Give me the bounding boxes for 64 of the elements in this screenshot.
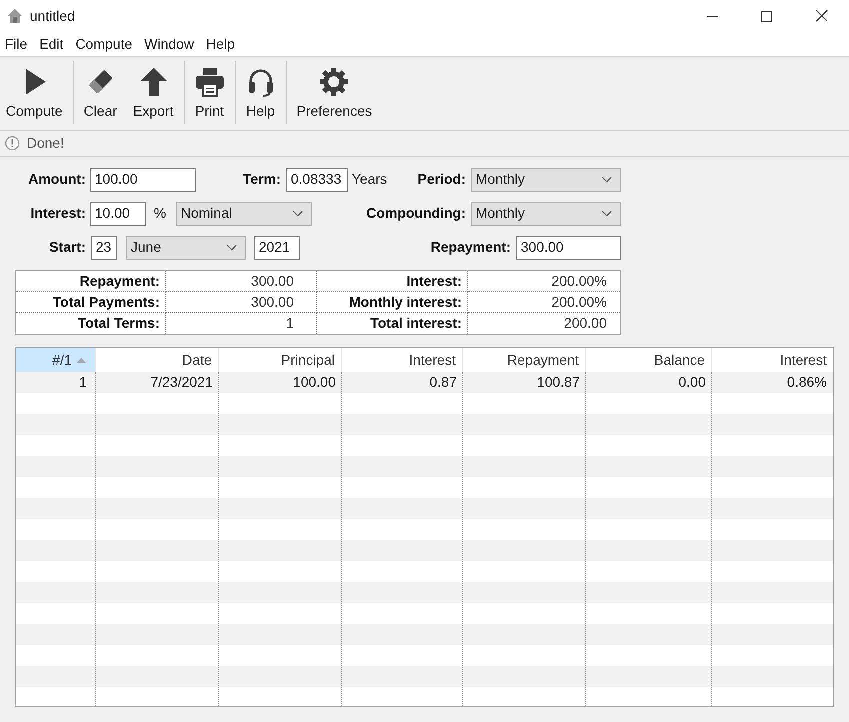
chevron-down-icon [293, 210, 303, 216]
summary-value: 200.00 [563, 314, 608, 333]
field-label: Period: [416, 170, 466, 189]
table-cell-text: 100.87 [536, 373, 581, 392]
menu-item[interactable]: File [5, 34, 28, 54]
close-icon[interactable] [816, 10, 828, 22]
summary-label: Total Payments: [16, 292, 166, 313]
exclamation-icon [5, 136, 20, 151]
summary-value: 300.00 [166, 292, 317, 313]
print-button[interactable]: Print [188, 67, 231, 119]
summary-label: Monthly interest: [317, 292, 468, 313]
gear-icon [319, 67, 350, 97]
field-label: Compounding: [365, 204, 466, 223]
menu-item[interactable]: Window [144, 34, 194, 54]
table-cell-text: 1 [78, 373, 88, 392]
summary-label: Total Terms: [16, 313, 166, 334]
chevron-down-icon [602, 210, 612, 216]
preferences-button[interactable]: Preferences [290, 67, 378, 119]
help-button[interactable]: Help [240, 67, 282, 119]
field-label: Amount: [27, 170, 86, 189]
menu-item[interactable]: Edit [40, 34, 64, 54]
compounding-dropdown[interactable]: Monthly [471, 202, 621, 226]
status-text: Done! [27, 134, 64, 153]
menu-item[interactable]: Help [206, 34, 236, 54]
field-label: Interest: [30, 204, 86, 223]
sort-ascending-icon [77, 358, 86, 362]
field-label: Repayment: [430, 238, 511, 257]
unit-label: Years [352, 170, 388, 189]
export-button[interactable]: Export [127, 67, 180, 119]
term-field[interactable]: 0.08333 [286, 168, 348, 192]
summary-label: Interest: [317, 271, 468, 292]
printer-icon [194, 67, 225, 97]
summary-label: Repayment: [16, 271, 166, 292]
table-cell-text: 100.00 [292, 373, 337, 392]
menu-item[interactable]: Compute [76, 34, 132, 54]
rate-type-dropdown[interactable]: Nominal [176, 202, 312, 226]
year-field[interactable]: 2021 [254, 236, 300, 260]
chevron-down-icon [227, 244, 237, 250]
summary-value: 200.00% [468, 292, 620, 313]
period-dropdown[interactable]: Monthly [471, 168, 621, 192]
summary-label: Total interest: [317, 313, 468, 334]
house-icon [7, 8, 23, 24]
table-cell-text: 0.86% [786, 373, 828, 392]
summary-value: 200.00% [468, 271, 620, 292]
unit-label: % [154, 204, 168, 223]
summary-value: 300.00 [166, 271, 317, 292]
month-dropdown[interactable]: June [126, 236, 246, 260]
summary-value: 1 [166, 313, 317, 334]
chevron-down-icon [602, 176, 612, 182]
compute-button[interactable]: Compute [0, 67, 69, 119]
field-label: Term: [242, 170, 281, 189]
amount-field[interactable]: 100.00 [90, 168, 196, 192]
column-header[interactable]: #/1 [16, 348, 96, 372]
maximize-icon[interactable] [761, 10, 772, 22]
table-cell-text: 0.00 [678, 373, 707, 392]
up-arrow-icon [138, 67, 169, 97]
clear-button[interactable]: Clear [78, 67, 124, 119]
field-label: Start: [48, 238, 86, 257]
table-cell-text: 0.87 [428, 373, 458, 392]
repayment-field[interactable]: 300.00 [516, 236, 621, 260]
interest-field[interactable]: 10.00 [90, 202, 146, 226]
window-title: untitled [30, 6, 76, 26]
day-field[interactable]: 23 [91, 236, 117, 260]
table-cell-text: 7/23/2021 [150, 373, 214, 392]
